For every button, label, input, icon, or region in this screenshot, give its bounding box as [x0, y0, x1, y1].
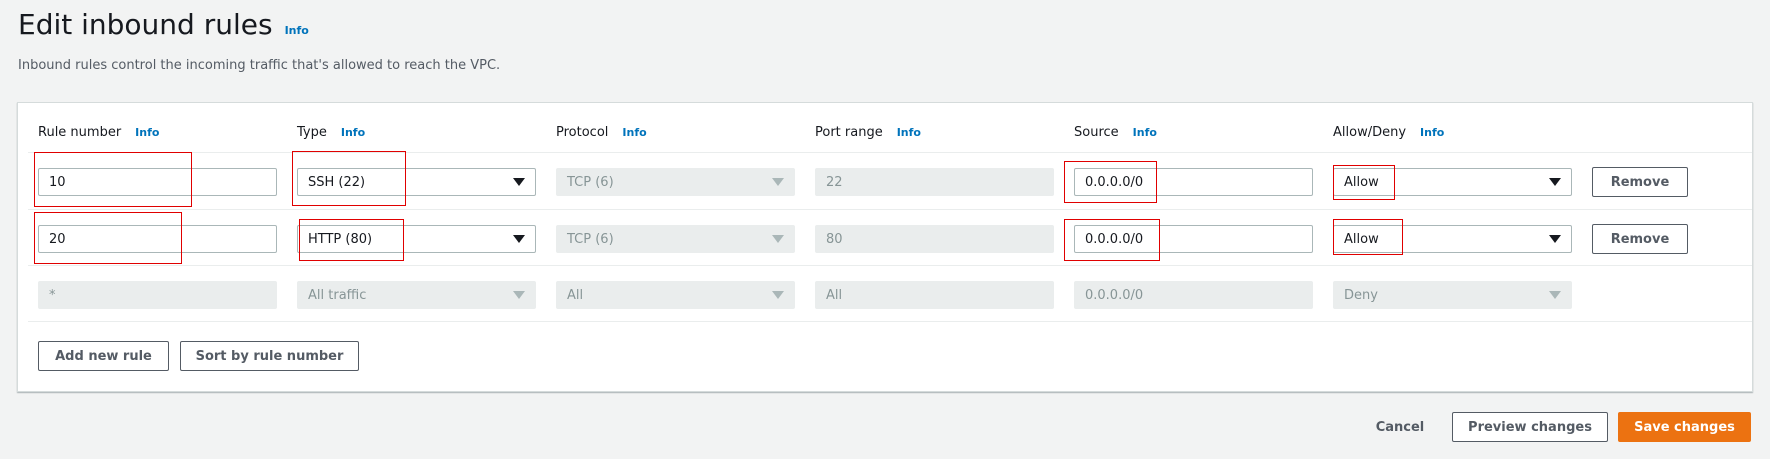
chevron-down-icon: [513, 235, 525, 243]
remove-button[interactable]: Remove: [1592, 224, 1688, 254]
allow-deny-value: Allow: [1344, 231, 1379, 247]
header-type: Type Info: [297, 125, 365, 140]
rules-panel: Rule number Info Type Info Protocol Info…: [17, 102, 1753, 392]
port-range-info-link[interactable]: Info: [897, 126, 921, 139]
protocol-info-link[interactable]: Info: [622, 126, 646, 139]
header-port-range: Port range Info: [815, 125, 921, 140]
header-source: Source Info: [1074, 125, 1157, 140]
rule-number-input[interactable]: 10: [38, 168, 277, 196]
type-select[interactable]: HTTP (80): [297, 225, 536, 253]
header-protocol-label: Protocol: [556, 125, 609, 140]
allow-deny-value: Allow: [1344, 174, 1379, 190]
type-select[interactable]: SSH (22): [297, 168, 536, 196]
allow-deny-value: Deny: [1344, 287, 1378, 303]
header-rule-number: Rule number Info: [38, 125, 159, 140]
header-allow-deny-label: Allow/Deny: [1333, 125, 1407, 140]
type-info-link[interactable]: Info: [341, 126, 365, 139]
port-range-input: 22: [815, 168, 1054, 196]
title-info-link[interactable]: Info: [285, 24, 309, 37]
protocol-value: All: [567, 287, 584, 303]
header-source-label: Source: [1074, 125, 1119, 140]
rule-number-info-link[interactable]: Info: [135, 126, 159, 139]
source-input: 0.0.0.0/0: [1074, 281, 1313, 309]
type-select-value: SSH (22): [308, 174, 366, 190]
divider: [28, 265, 1752, 266]
source-input[interactable]: 0.0.0.0/0: [1074, 168, 1313, 196]
divider: [28, 152, 1752, 153]
allow-deny-select: Deny: [1333, 281, 1572, 309]
sort-by-rule-number-button[interactable]: Sort by rule number: [180, 341, 359, 371]
header-rule-number-label: Rule number: [38, 125, 122, 140]
chevron-down-icon: [513, 291, 525, 299]
protocol-value: TCP (6): [567, 174, 614, 190]
type-select-value: All traffic: [308, 287, 367, 303]
header-protocol: Protocol Info: [556, 125, 647, 140]
chevron-down-icon: [1549, 235, 1561, 243]
preview-changes-button[interactable]: Preview changes: [1452, 412, 1608, 442]
port-range-input: All: [815, 281, 1054, 309]
save-changes-button[interactable]: Save changes: [1618, 412, 1751, 442]
chevron-down-icon: [772, 178, 784, 186]
port-range-input: 80: [815, 225, 1054, 253]
source-info-link[interactable]: Info: [1133, 126, 1157, 139]
allow-deny-select[interactable]: Allow: [1333, 168, 1572, 196]
allow-deny-select[interactable]: Allow: [1333, 225, 1572, 253]
protocol-select: TCP (6): [556, 168, 795, 196]
protocol-value: TCP (6): [567, 231, 614, 247]
chevron-down-icon: [513, 178, 525, 186]
type-select: All traffic: [297, 281, 536, 309]
source-input[interactable]: 0.0.0.0/0: [1074, 225, 1313, 253]
add-new-rule-button[interactable]: Add new rule: [38, 341, 169, 371]
rule-number-input: *: [38, 281, 277, 309]
remove-button[interactable]: Remove: [1592, 167, 1688, 197]
allow-deny-info-link[interactable]: Info: [1420, 126, 1444, 139]
header-type-label: Type: [297, 125, 327, 140]
protocol-select: All: [556, 281, 795, 309]
chevron-down-icon: [1549, 178, 1561, 186]
divider: [28, 209, 1752, 210]
chevron-down-icon: [772, 291, 784, 299]
page-description: Inbound rules control the incoming traff…: [18, 58, 501, 73]
header-port-range-label: Port range: [815, 125, 883, 140]
cancel-button[interactable]: Cancel: [1360, 412, 1440, 442]
protocol-select: TCP (6): [556, 225, 795, 253]
divider: [28, 321, 1752, 322]
title-row: Edit inbound rules Info: [18, 8, 309, 41]
header-allow-deny: Allow/Deny Info: [1333, 125, 1444, 140]
page-title: Edit inbound rules: [18, 8, 273, 41]
chevron-down-icon: [1549, 291, 1561, 299]
chevron-down-icon: [772, 235, 784, 243]
type-select-value: HTTP (80): [308, 231, 373, 247]
rule-number-input[interactable]: 20: [38, 225, 277, 253]
